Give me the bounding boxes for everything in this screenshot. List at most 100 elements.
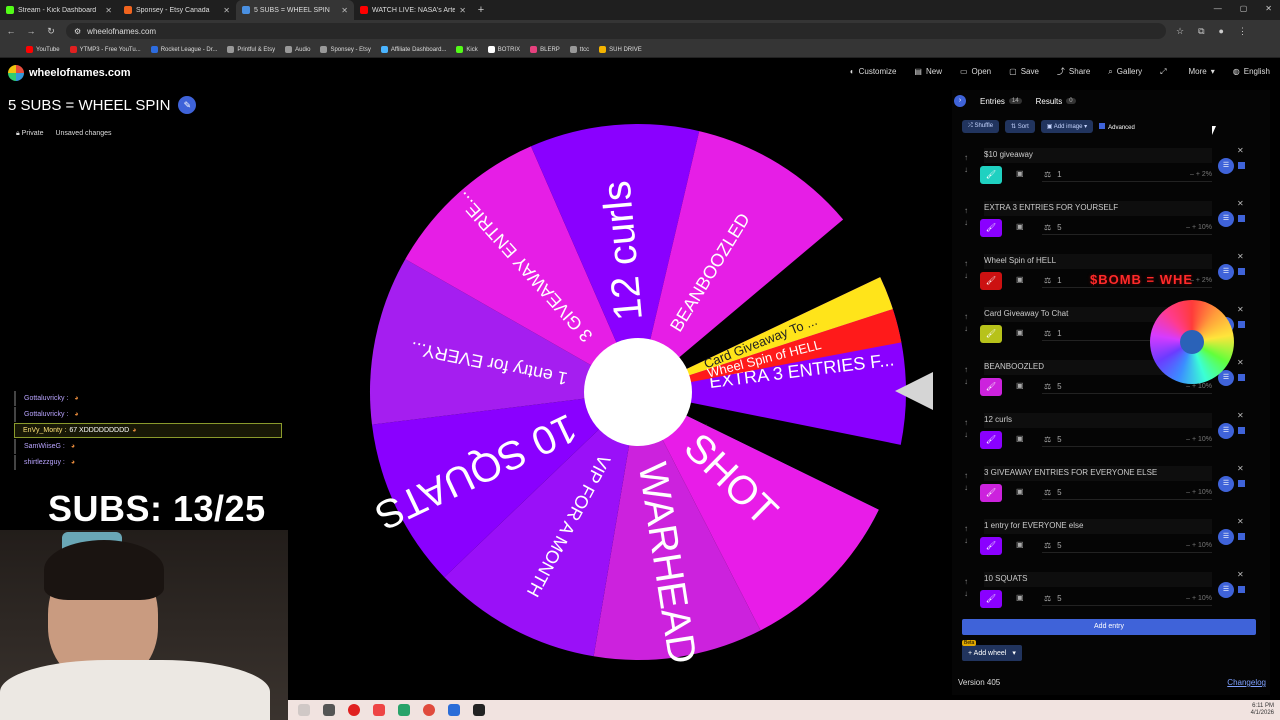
color-swatch-button[interactable]: 🖌︎ [980,166,1002,184]
entry-enabled-checkbox[interactable] [1238,533,1245,540]
weight-stepper[interactable]: – + 2% [1190,277,1212,284]
weight-input[interactable]: ⚖ 5 – + 10% [1042,591,1212,606]
site-logo[interactable]: wheelofnames.com [8,65,130,81]
maximize-icon[interactable]: ▢ [1240,4,1248,13]
reorder-icon[interactable]: ↑ ↓ [964,523,968,547]
reorder-icon[interactable]: ↑ ↓ [964,470,968,494]
menu-open-button[interactable]: ▭ Open [960,66,991,77]
add-entry-button[interactable]: Add entry [962,619,1256,635]
delete-entry-icon[interactable]: ✕ [1237,411,1244,420]
bookmark-item[interactable]: Affiliate Dashboard... [380,46,446,53]
tab-entries[interactable]: Entries 14 [980,97,1022,106]
site-info-icon[interactable]: ⚙ [74,27,81,36]
delete-entry-icon[interactable]: ✕ [1237,570,1244,579]
weight-stepper[interactable]: – + 10% [1186,224,1212,231]
app-icon[interactable] [348,704,360,716]
bookmark-item[interactable]: BLERP [530,46,560,53]
chevron-down-icon[interactable]: ▾ [1012,649,1016,657]
entry-text-input[interactable]: 3 GIVEAWAY ENTRIES FOR EVERYONE ELSE [984,466,1212,481]
image-icon[interactable]: ▣ [1016,381,1024,390]
weight-input[interactable]: ⚖ 5 – + 10% [1042,538,1212,553]
bookmark-item[interactable]: Rocket League - Dr... [150,46,217,53]
app-icon[interactable] [373,704,385,716]
advanced-checkbox[interactable]: Advanced [1099,122,1135,131]
image-icon[interactable]: ▣ [1016,540,1024,549]
entry-text-input[interactable]: 10 SQUATS [984,572,1212,587]
tab-close-icon[interactable]: ✕ [105,6,112,15]
color-swatch-button[interactable]: 🖌︎ [980,484,1002,502]
bookmark-item[interactable]: SUH DRIVE [599,46,642,53]
weight-input[interactable]: ⚖ 5 – + 10% [1042,432,1212,447]
entry-enabled-checkbox[interactable] [1238,427,1245,434]
minimize-icon[interactable]: — [1214,4,1222,13]
color-swatch-button[interactable]: 🖌︎ [980,590,1002,608]
collapse-panel-icon[interactable]: › [954,95,966,107]
bookmark-star-icon[interactable]: ☆ [1176,26,1184,37]
bookmark-item[interactable]: ttcc [569,46,589,53]
delete-entry-icon[interactable]: ✕ [1237,305,1244,314]
weight-stepper[interactable]: – + 2% [1190,171,1212,178]
weight-input[interactable]: ⚖ 1 – + 2% [1042,167,1212,182]
browser-tab[interactable]: WATCH LIVE: NASA's Artemi ✕ [354,0,472,20]
terminal-icon[interactable] [473,704,485,716]
browser-tab[interactable]: Stream - Kick Dashboard ✕ [0,0,118,20]
browser-tab[interactable]: 5 SUBS = WHEEL SPIN ✕ [236,0,354,20]
forward-icon[interactable]: → [26,26,36,36]
delete-entry-icon[interactable]: ✕ [1237,199,1244,208]
changelog-link[interactable]: Changelog [1227,678,1266,687]
entry-settings-button[interactable]: ☰ [1218,264,1234,280]
weight-stepper[interactable]: – + 10% [1186,595,1212,602]
color-swatch-button[interactable]: 🖌︎ [980,537,1002,555]
menu-customize-button[interactable]: ◐ Customize [850,66,897,77]
system-tray[interactable]: 6:11 PM 4/1/2026 [1251,703,1274,717]
entry-text-input[interactable]: $10 giveaway [984,148,1212,163]
profile-icon[interactable]: ● [1219,26,1224,37]
color-swatch-button[interactable]: 🖌︎ [980,219,1002,237]
wheel-svg[interactable]: EXTRA 3 ENTRIES F...$10 giveawayRESPIN &… [368,122,908,667]
entry-enabled-checkbox[interactable] [1238,586,1245,593]
tab-close-icon[interactable]: ✕ [459,6,466,15]
edit-title-button[interactable]: ✎ [178,96,197,114]
image-icon[interactable]: ▣ [1016,487,1024,496]
entry-enabled-checkbox[interactable] [1238,215,1245,222]
image-icon[interactable]: ▣ [1016,593,1024,602]
weight-stepper[interactable]: – + 10% [1186,436,1212,443]
bookmark-item[interactable]: Audio [285,46,310,53]
tab-results[interactable]: Results 0 [1036,97,1076,106]
fullscreen-button[interactable]: ⤢ [1160,66,1166,77]
chrome-icon[interactable] [423,704,435,716]
image-icon[interactable]: ▣ [1016,169,1024,178]
app-icon[interactable] [298,704,310,716]
address-input[interactable]: ⚙ wheelofnames.com [66,23,1166,39]
menu-dots-icon[interactable]: ⋮ [1238,26,1247,37]
wheel-center[interactable] [584,338,692,446]
entry-enabled-checkbox[interactable] [1238,268,1245,275]
bookmark-item[interactable]: Sponsey - Etsy [320,46,371,53]
app-icon[interactable] [323,704,335,716]
color-swatch-button[interactable]: 🖌︎ [980,272,1002,290]
menu-english-button[interactable]: ◍ English [1233,66,1270,77]
close-window-icon[interactable]: ✕ [1265,4,1272,13]
color-swatch-button[interactable]: 🖌︎ [980,431,1002,449]
bookmark-item[interactable]: Kick [456,46,478,53]
color-swatch-button[interactable]: 🖌︎ [980,325,1002,343]
entry-enabled-checkbox[interactable] [1238,162,1245,169]
reorder-icon[interactable]: ↑ ↓ [964,311,968,335]
reorder-icon[interactable]: ↑ ↓ [964,152,968,176]
entry-text-input[interactable]: 12 curls [984,413,1212,428]
entry-text-input[interactable]: EXTRA 3 ENTRIES FOR YOURSELF [984,201,1212,216]
entry-settings-button[interactable]: ☰ [1218,529,1234,545]
reorder-icon[interactable]: ↑ ↓ [964,576,968,600]
weight-input[interactable]: ⚖ 5 – + 10% [1042,485,1212,500]
menu-save-button[interactable]: ▢ Save [1009,66,1039,77]
entry-settings-button[interactable]: ☰ [1218,476,1234,492]
entry-enabled-checkbox[interactable] [1238,480,1245,487]
menu-share-button[interactable]: ⤴ Share [1057,66,1090,77]
tab-close-icon[interactable]: ✕ [223,6,230,15]
entry-settings-button[interactable]: ☰ [1218,211,1234,227]
reorder-icon[interactable]: ↑ ↓ [964,364,968,388]
image-icon[interactable]: ▣ [1016,275,1024,284]
wheel[interactable]: EXTRA 3 ENTRIES F...$10 giveawayRESPIN &… [368,122,908,667]
color-swatch-button[interactable]: 🖌︎ [980,378,1002,396]
sort-button[interactable]: ⇅ Sort [1005,120,1035,133]
